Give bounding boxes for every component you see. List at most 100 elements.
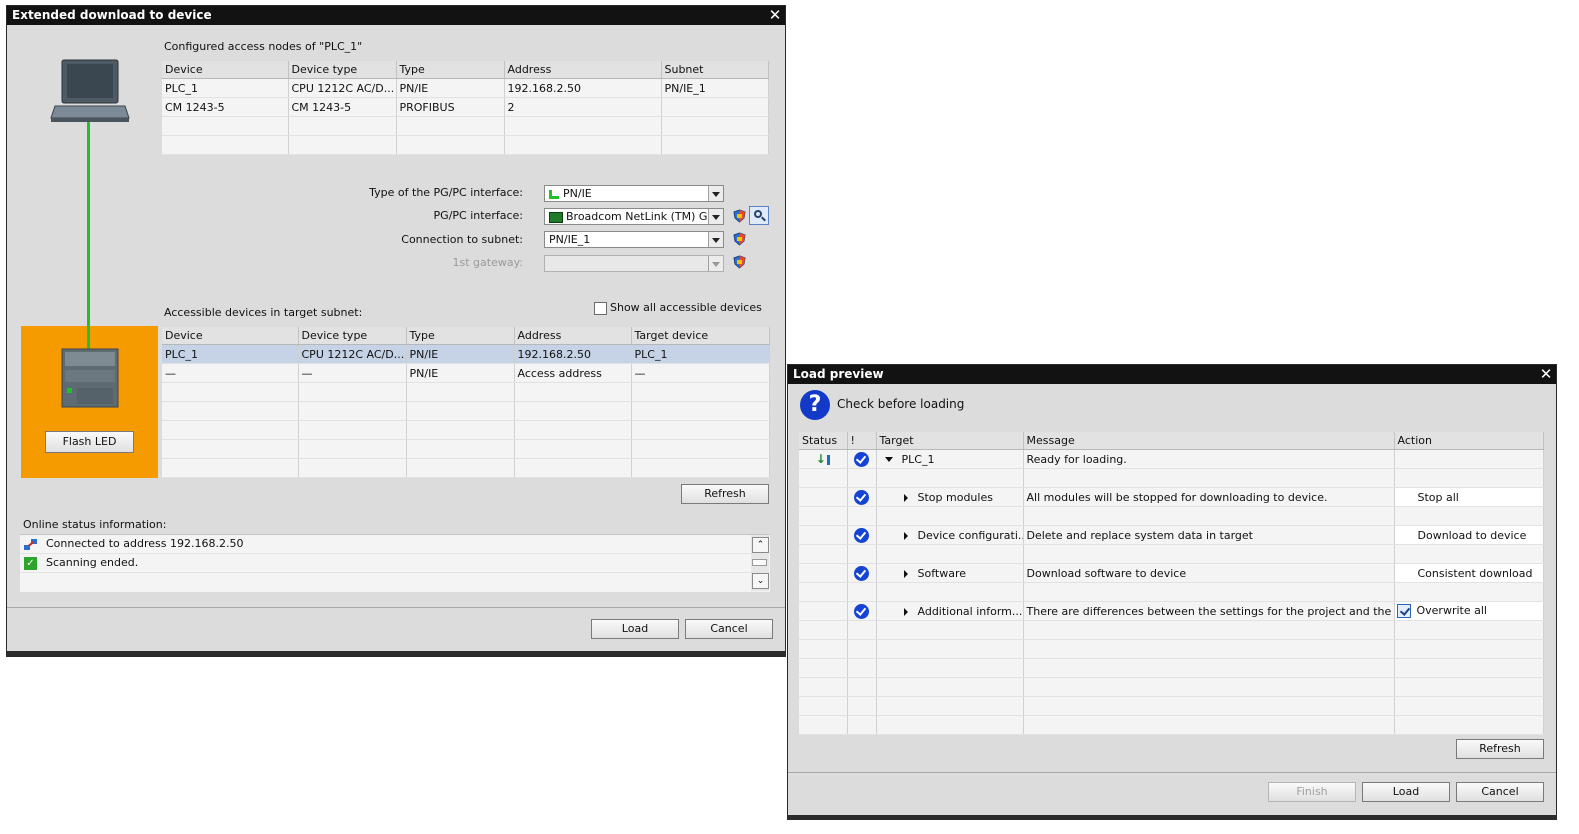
table-row[interactable]	[162, 116, 769, 136]
table-row[interactable]	[162, 401, 770, 421]
network-connected-icon	[24, 538, 37, 551]
table-cell	[514, 382, 632, 402]
action-cell[interactable]: Download to device	[1394, 525, 1544, 545]
status-scrollbar[interactable]: ⌃ ⌄	[751, 535, 769, 591]
interface-select[interactable]: Broadcom NetLink (TM) G...	[544, 208, 724, 225]
overwrite-checkbox[interactable]	[1396, 604, 1411, 618]
status-text: Scanning ended.	[46, 556, 139, 569]
cancel-button[interactable]: Cancel	[685, 619, 773, 639]
column-header[interactable]: Type	[406, 327, 515, 345]
table-row[interactable]: Software Download software to device Consi…	[799, 563, 1544, 583]
table-row[interactable]: ↓ PLC_1 Ready for loading.	[799, 449, 1544, 469]
target-cell[interactable]: Software	[876, 563, 1024, 583]
load-button[interactable]: Load	[591, 619, 679, 639]
chevron-right-icon[interactable]	[903, 569, 908, 578]
table-cell	[162, 458, 299, 478]
chevron-down-icon[interactable]	[708, 209, 723, 224]
table-row[interactable]	[162, 458, 770, 478]
chevron-down-icon[interactable]	[884, 457, 893, 462]
table-cell: —	[631, 363, 770, 383]
chevron-down-icon[interactable]	[708, 232, 723, 247]
table-row[interactable]	[799, 506, 1544, 526]
action-label: Stop all	[1417, 490, 1459, 504]
close-icon[interactable]: ✕	[766, 6, 784, 25]
target-cell[interactable]: Additional inform...	[876, 601, 1024, 621]
action-cell[interactable]: Stop all	[1394, 487, 1544, 507]
table-row[interactable]: — — PN/IE Access address —	[162, 363, 770, 383]
table-row[interactable]: CM 1243-5 CM 1243-5 PROFIBUS 2	[162, 97, 769, 117]
column-header[interactable]: Target	[876, 432, 1024, 450]
column-header[interactable]: !	[847, 432, 877, 450]
status-text: Connected to address 192.168.2.50	[46, 537, 244, 550]
table-row[interactable]: Device configurati... Delete and replace …	[799, 525, 1544, 545]
status-message: ✓ Scanning ended.	[20, 554, 770, 573]
table-cell: CPU 1212C AC/D...	[288, 78, 397, 98]
scroll-up-icon[interactable]: ⌃	[752, 537, 769, 553]
message-cell: Delete and replace system data in target	[1023, 525, 1395, 545]
table-row[interactable]	[162, 382, 770, 402]
column-header[interactable]: Target device	[631, 327, 770, 345]
table-row[interactable]: PLC_1 CPU 1212C AC/D... PN/IE 192.168.2.50 P…	[162, 344, 770, 364]
column-header[interactable]: Action	[1394, 432, 1544, 450]
chevron-right-icon[interactable]	[903, 493, 908, 502]
chevron-down-icon[interactable]	[708, 186, 723, 201]
checkbox-box[interactable]	[594, 301, 607, 315]
table-row[interactable]	[799, 582, 1544, 602]
table-row[interactable]	[799, 715, 1544, 735]
table-row[interactable]: Additional inform... There are difference…	[799, 601, 1544, 621]
table-row[interactable]: PLC_1 CPU 1212C AC/D... PN/IE 192.168.2.50 P…	[162, 78, 769, 98]
column-header[interactable]: Message	[1023, 432, 1395, 450]
table-cell	[661, 135, 769, 155]
flash-led-button[interactable]: Flash LED	[45, 431, 134, 453]
action-cell[interactable]: Overwrite all	[1394, 601, 1544, 621]
table-cell	[514, 420, 632, 440]
table-row[interactable]	[799, 658, 1544, 678]
subnet-select[interactable]: PN/IE_1	[544, 231, 724, 248]
table-row[interactable]	[799, 639, 1544, 659]
chevron-right-icon[interactable]	[903, 607, 908, 616]
search-icon[interactable]	[749, 206, 769, 225]
column-header[interactable]: Device type	[298, 327, 407, 345]
refresh-button[interactable]: Refresh	[681, 484, 769, 504]
table-row[interactable]	[799, 620, 1544, 640]
target-cell[interactable]: PLC_1	[876, 449, 1024, 469]
refresh-button[interactable]: Refresh	[1456, 739, 1544, 759]
load-button[interactable]: Load	[1362, 782, 1450, 802]
column-header[interactable]: Device	[162, 327, 299, 345]
action-cell	[1394, 658, 1544, 678]
target-cell[interactable]: Device configurati...	[876, 525, 1024, 545]
scroll-thumb[interactable]	[752, 559, 767, 566]
shield-icon[interactable]	[733, 209, 746, 223]
table-row[interactable]	[799, 468, 1544, 488]
table-row[interactable]	[799, 696, 1544, 716]
column-header[interactable]: Address	[504, 61, 662, 79]
chevron-right-icon[interactable]	[903, 531, 908, 540]
shield-icon[interactable]	[733, 232, 746, 246]
target-cell[interactable]: Stop modules	[876, 487, 1024, 507]
table-row[interactable]	[162, 439, 770, 459]
table-row[interactable]: Stop modules All modules will be stopped …	[799, 487, 1544, 507]
table-cell	[162, 439, 299, 459]
interface-type-select[interactable]: PN/IE	[544, 185, 724, 202]
action-cell[interactable]: Consistent download	[1394, 563, 1544, 583]
column-header[interactable]: Device type	[288, 61, 397, 79]
cancel-button[interactable]: Cancel	[1456, 782, 1544, 802]
column-header[interactable]: Address	[514, 327, 632, 345]
table-row[interactable]	[162, 135, 769, 155]
dialog-separator	[7, 607, 785, 608]
download-arrow-icon: ↓	[816, 452, 830, 466]
table-row[interactable]	[799, 677, 1544, 697]
column-header[interactable]: Device	[162, 61, 289, 79]
table-row[interactable]	[799, 544, 1544, 564]
load-preview-table: Status! Target Message Action ↓ PLC_1 Ready f…	[799, 432, 1544, 735]
column-header[interactable]: Status	[799, 432, 848, 450]
column-header[interactable]: Subnet	[661, 61, 769, 79]
show-all-devices-checkbox[interactable]: Show all accessible devices	[594, 301, 762, 315]
shield-icon[interactable]	[733, 255, 746, 269]
column-header[interactable]: Type	[396, 61, 505, 79]
table-cell	[396, 116, 505, 136]
table-row[interactable]	[162, 420, 770, 440]
scroll-down-icon[interactable]: ⌄	[752, 573, 769, 589]
close-icon[interactable]: ✕	[1537, 365, 1555, 384]
check-cell	[847, 582, 877, 602]
